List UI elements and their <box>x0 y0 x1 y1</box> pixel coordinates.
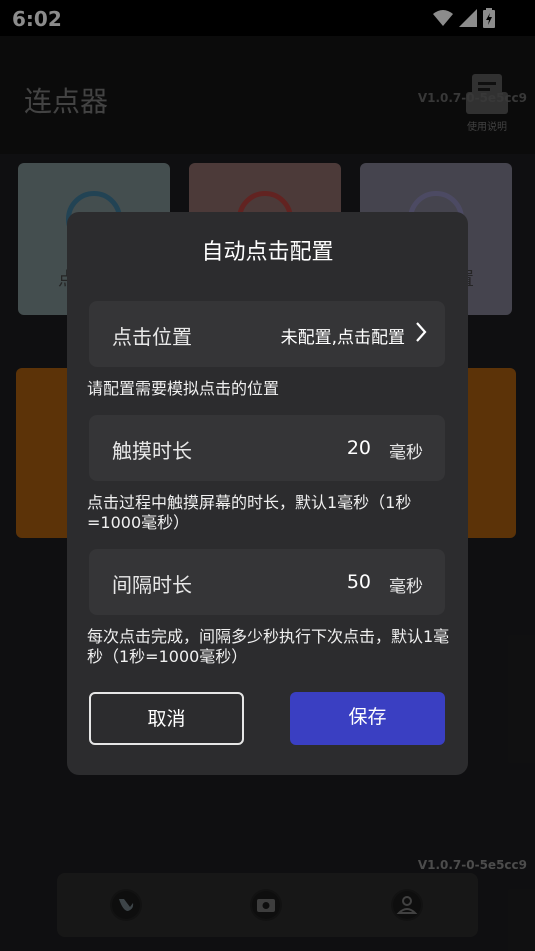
click-position-label: 点击位置 <box>112 325 192 349</box>
touch-duration-unit: 毫秒 <box>389 443 423 463</box>
interval-label: 间隔时长 <box>112 573 192 597</box>
touch-duration-label: 触摸时长 <box>112 439 192 463</box>
touch-duration-desc: 点击过程中触摸屏幕的时长，默认1毫秒（1秒=1000毫秒） <box>87 493 412 532</box>
auto-click-config-dialog: 自动点击配置 点击位置 未配置,点击配置 请配置需要模拟点击的位置 触摸时长 2… <box>67 212 468 775</box>
click-position-desc: 请配置需要模拟点击的位置 <box>87 379 280 398</box>
interval-unit: 毫秒 <box>389 577 423 597</box>
dialog-title: 自动点击配置 <box>201 240 334 265</box>
save-button[interactable]: 保存 <box>290 692 445 745</box>
interval-input[interactable]: 50 <box>347 571 371 593</box>
touch-duration-input[interactable]: 20 <box>347 437 371 459</box>
click-position-row[interactable]: 点击位置 未配置,点击配置 <box>89 301 445 367</box>
interval-desc: 每次点击完成，间隔多少秒执行下次点击，默认1毫秒（1秒=1000毫秒） <box>87 627 450 666</box>
chevron-right-icon <box>416 322 427 342</box>
interval-row: 间隔时长 50 毫秒 <box>89 549 445 615</box>
cancel-button[interactable]: 取消 <box>89 692 244 745</box>
touch-duration-row: 触摸时长 20 毫秒 <box>89 415 445 481</box>
click-position-value: 未配置,点击配置 <box>280 328 405 348</box>
